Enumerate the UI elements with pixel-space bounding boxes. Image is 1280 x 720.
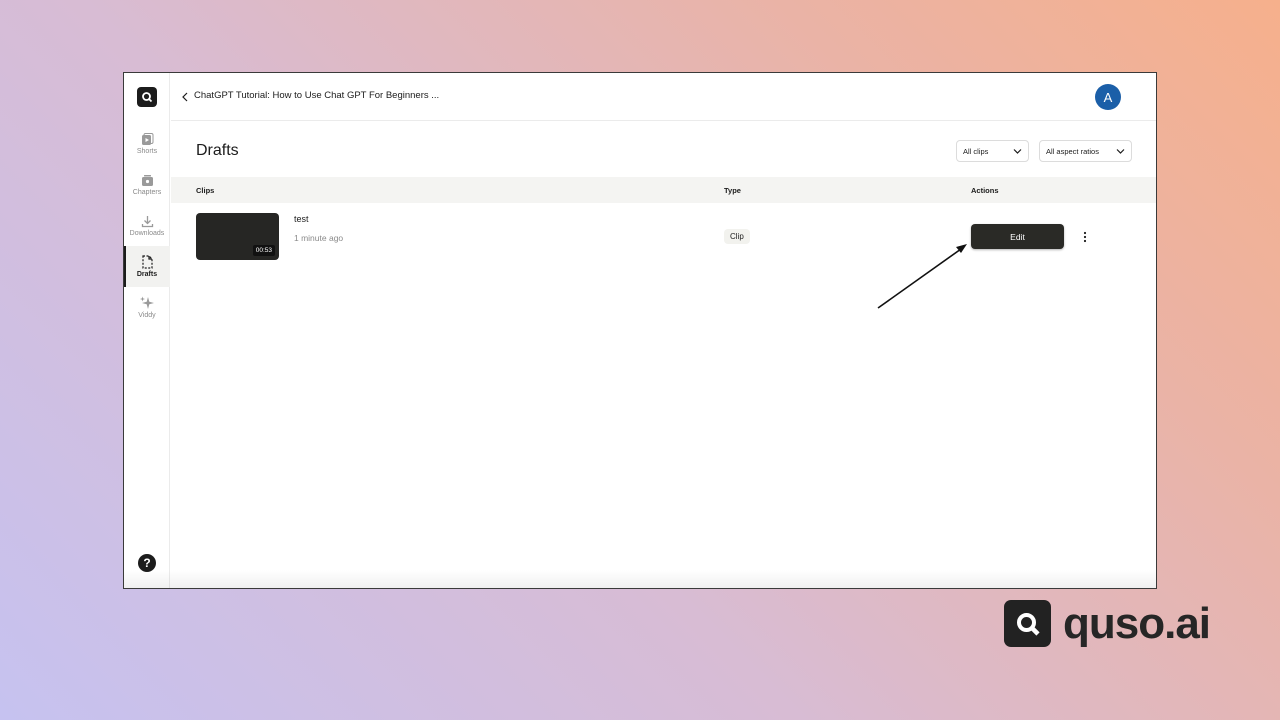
sidebar-item-label: Downloads [129, 229, 165, 237]
clips-filter-select[interactable]: All clips [956, 140, 1029, 162]
header: ChatGPT Tutorial: How to Use Chat GPT Fo… [171, 73, 1156, 121]
sidebar-item-downloads[interactable]: Downloads [124, 205, 170, 246]
logo-icon [142, 92, 153, 103]
brand-name: quso.ai [1063, 598, 1211, 648]
download-icon [141, 215, 153, 227]
app-logo[interactable] [137, 87, 157, 107]
shorts-icon [141, 132, 153, 145]
brand-logo: quso.ai [1004, 598, 1211, 648]
clip-title[interactable]: test [294, 214, 309, 224]
column-header-type: Type [724, 186, 741, 195]
chevron-down-icon [1116, 149, 1125, 154]
more-options-button[interactable] [1080, 228, 1090, 246]
aspect-filter-select[interactable]: All aspect ratios [1039, 140, 1132, 162]
type-badge: Clip [724, 229, 750, 244]
sidebar-item-shorts[interactable]: Shorts [124, 123, 170, 164]
chevron-down-icon [1013, 149, 1022, 154]
app-window: Shorts Chapters Downloads Drafts Viddy ?… [123, 72, 1157, 589]
breadcrumb[interactable]: ChatGPT Tutorial: How to Use Chat GPT Fo… [194, 90, 439, 101]
page-title: Drafts [196, 142, 239, 159]
sidebar-item-label: Chapters [132, 188, 162, 196]
chapters-icon [141, 174, 153, 186]
more-vertical-icon [1083, 231, 1087, 243]
column-header-actions: Actions [971, 186, 999, 195]
column-header-clips: Clips [196, 186, 215, 195]
sidebar-item-label: Drafts [136, 271, 158, 278]
aspect-filter-value: All aspect ratios [1046, 146, 1099, 156]
edit-button[interactable]: Edit [971, 224, 1064, 249]
footer-shadow [124, 570, 1156, 588]
clips-filter-value: All clips [963, 146, 989, 156]
table-row: 00:53 test 1 minute ago Clip Edit [171, 204, 1156, 270]
sidebar-item-viddy[interactable]: Viddy [124, 287, 170, 328]
sparkle-icon [140, 296, 154, 309]
avatar[interactable]: A [1095, 84, 1121, 110]
clip-timestamp: 1 minute ago [294, 233, 344, 243]
sidebar-item-label: Viddy [138, 312, 156, 319]
clip-thumbnail[interactable]: 00:53 [196, 213, 279, 260]
sidebar-item-drafts[interactable]: Drafts [124, 246, 170, 287]
brand-logo-icon [1004, 600, 1051, 647]
chevron-left-icon[interactable] [179, 90, 191, 104]
duration-badge: 00:53 [252, 245, 275, 256]
sidebar: Shorts Chapters Downloads Drafts Viddy ? [124, 73, 170, 588]
sidebar-item-chapters[interactable]: Chapters [124, 164, 170, 205]
drafts-icon [141, 255, 153, 269]
sidebar-item-label: Shorts [136, 147, 158, 155]
table-header: Clips Type Actions [171, 177, 1156, 203]
